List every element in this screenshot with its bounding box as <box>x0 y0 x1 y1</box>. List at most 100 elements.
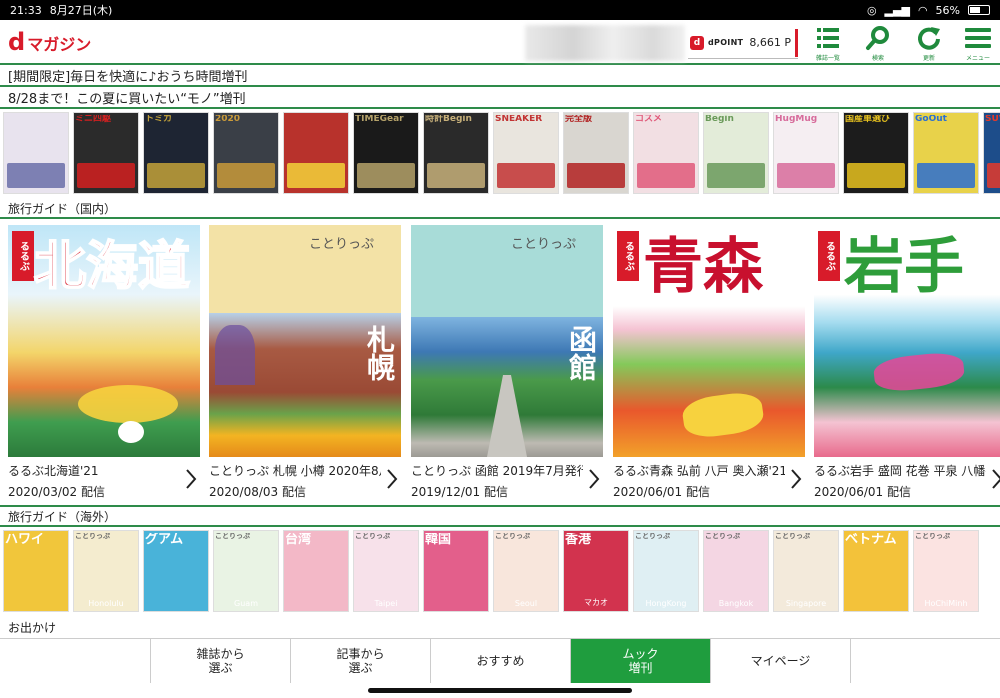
guide-title[interactable]: ことりっぷ 函館 2019年7月発行 <box>411 462 583 479</box>
magazine-thumb-title: 時計Begin <box>425 115 472 124</box>
mono-magazine-strip[interactable]: ミニ四駆 トミカ 2020 TIMEGear 時計Begin SNEAKER 完全版 コスメ B… <box>0 112 1000 194</box>
magazine-thumb[interactable]: TIMEGear <box>353 112 419 194</box>
location-icon: ◎ <box>866 3 877 17</box>
domestic-guide-row[interactable]: るるぶ 北海道 るるぶ北海道'21 2020/03/02 配信 ことりっぷ 札幌… <box>0 225 1000 502</box>
guide-title[interactable]: るるぶ青森 弘前 八戸 奥入瀬'21 <box>613 462 785 479</box>
search-button[interactable]: 検索 <box>855 22 901 64</box>
overseas-guide-title: グアム <box>145 533 184 546</box>
guide-cover-iwate[interactable]: るるぶ 岩手 <box>814 225 1000 457</box>
magazine-thumb[interactable]: SNEAKER <box>493 112 559 194</box>
app-header: d マガジン d dPOINT 8,661 P 雑誌一覧 検索 更新 メニュー <box>0 20 1000 65</box>
guide-date: 2020/08/03 配信 <box>209 485 306 499</box>
tab-my-page[interactable]: マイページ <box>710 639 850 683</box>
dpoint-icon: d <box>690 35 704 50</box>
overseas-guide-title: 台湾 <box>285 533 312 546</box>
guide-cover-aomori[interactable]: るるぶ 青森 <box>613 225 805 457</box>
signal-icon: ▂▄▆ <box>884 3 910 17</box>
chevron-right-icon[interactable] <box>587 467 601 491</box>
magazine-thumb-title: ミニ四駆 <box>75 115 112 124</box>
magazine-thumb[interactable]: 国産車選び <box>843 112 909 194</box>
chevron-right-icon[interactable] <box>385 467 399 491</box>
cover-title: 函館 <box>565 325 598 381</box>
magazine-thumb[interactable]: Begin <box>703 112 769 194</box>
magazine-thumb-title: コスメ <box>635 115 663 124</box>
overseas-guide-title: 韓国 <box>425 533 452 546</box>
guide-cover-hokkaido[interactable]: るるぶ 北海道 <box>8 225 200 457</box>
overseas-guide-title: ハワイ <box>5 533 45 546</box>
refresh-button[interactable]: 更新 <box>906 22 952 64</box>
magazine-thumb[interactable] <box>3 112 69 194</box>
guide-card[interactable]: るるぶ 青森 るるぶ青森 弘前 八戸 奥入瀬'21 2020/06/01 配信 <box>613 225 805 502</box>
overseas-guide-city: マカオ <box>584 598 608 607</box>
status-right: ◎ ▂▄▆ ◠ 56% <box>867 4 990 17</box>
guide-title[interactable]: ことりっぷ 札幌 小樽 2020年8月発行 <box>209 462 381 479</box>
dpoint-balance[interactable]: d dPOINT 8,661 P <box>688 27 798 59</box>
guide-title[interactable]: るるぶ岩手 盛岡 花巻 平泉 八幡平'21 <box>814 462 986 479</box>
guide-card[interactable]: るるぶ 岩手 るるぶ岩手 盛岡 花巻 平泉 八幡平'21 2020/06/01 … <box>814 225 1000 502</box>
overseas-guide-thumb[interactable]: 台湾 <box>283 530 349 612</box>
overseas-guide-thumb[interactable]: ことりっぷ HoChiMinh <box>913 530 979 612</box>
search-icon <box>866 25 889 50</box>
guide-cover-sapporo[interactable]: ことりっぷ 札幌 <box>209 225 401 457</box>
guide-cover-hakodate[interactable]: ことりっぷ 函館 <box>411 225 603 457</box>
magazine-thumb[interactable]: 完全版 <box>563 112 629 194</box>
overseas-guide-title: ことりっぷ <box>355 533 390 540</box>
chevron-right-icon[interactable] <box>990 467 1000 491</box>
overseas-guide-thumb[interactable]: ベトナム <box>843 530 909 612</box>
tab-recommended[interactable]: おすすめ <box>430 639 570 683</box>
menu-button[interactable]: メニュー <box>955 22 1000 64</box>
banner-mono-zokan[interactable]: 8/28まで！この夏に買いたい“モノ”増刊 <box>0 87 1000 109</box>
magazine-thumb-title: Begin <box>705 115 734 124</box>
overseas-guide-title: ことりっぷ <box>495 533 530 540</box>
magazine-thumb[interactable]: HugMug <box>773 112 839 194</box>
chevron-right-icon[interactable] <box>184 467 198 491</box>
overseas-guide-thumb[interactable]: ことりっぷ Taipei <box>353 530 419 612</box>
banner-ouchi-jikan[interactable]: [期間限定]毎日を快適に♪おうち時間増刊 <box>0 65 1000 87</box>
account-info-blurred <box>525 25 685 61</box>
overseas-guide-thumb[interactable]: グアム <box>143 530 209 612</box>
magazine-thumb[interactable]: SUVのすべて <box>983 112 1000 194</box>
magazine-thumb[interactable]: 時計Begin <box>423 112 489 194</box>
overseas-guide-title: ことりっぷ <box>775 533 810 540</box>
guide-card[interactable]: ことりっぷ 函館 ことりっぷ 函館 2019年7月発行 2019/12/01 配… <box>411 225 603 502</box>
overseas-guide-thumb[interactable]: ことりっぷ HongKong <box>633 530 699 612</box>
overseas-guide-thumb[interactable]: ことりっぷ Singapore <box>773 530 839 612</box>
guide-title[interactable]: るるぶ北海道'21 <box>8 462 180 479</box>
overseas-guide-thumb[interactable]: ハワイ <box>3 530 69 612</box>
overseas-guide-thumb[interactable]: 韓国 <box>423 530 489 612</box>
magazine-thumb[interactable]: トミカ <box>143 112 209 194</box>
guide-date: 2020/06/01 配信 <box>613 485 710 499</box>
overseas-guide-thumb[interactable]: ことりっぷ Bangkok <box>703 530 769 612</box>
guide-date: 2020/03/02 配信 <box>8 485 105 499</box>
guide-card[interactable]: るるぶ 北海道 るるぶ北海道'21 2020/03/02 配信 <box>8 225 200 502</box>
overseas-guide-thumb[interactable]: ことりっぷ Honolulu <box>73 530 139 612</box>
status-date: 8月27日(木) <box>49 4 113 17</box>
overseas-guide-city: HongKong <box>645 599 687 608</box>
magazine-thumb-title: 2020 <box>215 115 241 124</box>
tab-mook-special[interactable]: ムック 増刊 <box>570 639 710 683</box>
overseas-guide-thumb[interactable]: ことりっぷ Guam <box>213 530 279 612</box>
magazine-thumb[interactable]: GoOut <box>913 112 979 194</box>
tab-by-article[interactable]: 記事から 選ぶ <box>290 639 430 683</box>
section-outing-label: お出かけ <box>8 620 57 635</box>
magazine-list-button[interactable]: 雑誌一覧 <box>805 22 851 64</box>
magazine-thumb-title: TIMEGear <box>355 115 404 124</box>
tab-by-magazine[interactable]: 雑誌から 選ぶ <box>150 639 290 683</box>
magazine-thumb[interactable]: ミニ四駆 <box>73 112 139 194</box>
magazine-thumb-title: SNEAKER <box>495 115 543 124</box>
menu-icon <box>965 27 991 48</box>
dmagazine-logo[interactable]: d マガジン <box>8 28 91 56</box>
magazine-thumb[interactable]: 2020 <box>213 112 279 194</box>
chevron-right-icon[interactable] <box>789 467 803 491</box>
home-indicator[interactable] <box>368 688 632 693</box>
overseas-guide-strip[interactable]: ハワイ ことりっぷ Honolulu グアム ことりっぷ Guam 台湾 ことりっぷ Taipe… <box>0 530 1000 612</box>
overseas-guide-thumb[interactable]: 香港 マカオ <box>563 530 629 612</box>
magazine-thumb[interactable] <box>283 112 349 194</box>
status-time: 21:33 <box>10 3 42 17</box>
magazine-thumb[interactable]: コスメ <box>633 112 699 194</box>
section-overseas-label: 旅行ガイド（海外） <box>0 505 1000 527</box>
guide-card[interactable]: ことりっぷ 札幌 ことりっぷ 札幌 小樽 2020年8月発行 2020/08/0… <box>209 225 401 502</box>
list-icon <box>817 27 839 48</box>
overseas-guide-thumb[interactable]: ことりっぷ Seoul <box>493 530 559 612</box>
dpoint-value: 8,661 P <box>749 36 791 49</box>
